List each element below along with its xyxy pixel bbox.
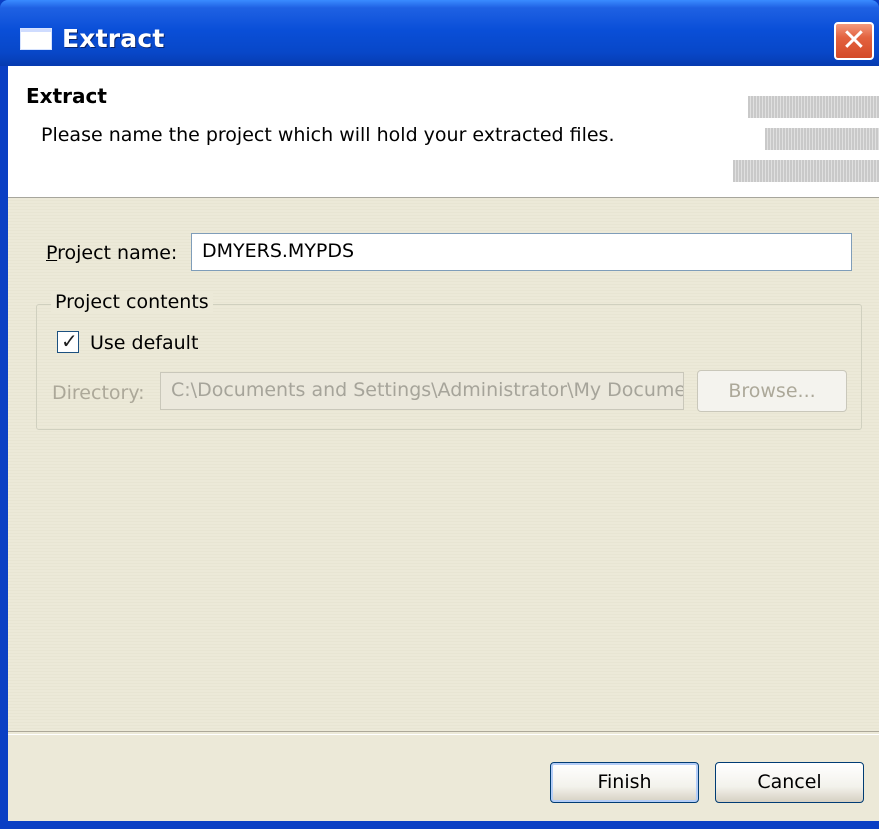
wizard-body <box>8 198 879 731</box>
window-icon <box>20 28 52 50</box>
title-bar[interactable]: Extract ✕ <box>0 0 879 66</box>
project-contents-legend: Project contents <box>51 291 213 313</box>
cancel-button[interactable]: Cancel <box>715 762 864 803</box>
use-default-label[interactable]: Use default <box>90 332 198 354</box>
use-default-checkbox[interactable]: ✓ <box>57 329 79 353</box>
checkmark-icon: ✓ <box>61 329 78 353</box>
directory-label: Directory: <box>52 382 145 404</box>
close-button[interactable]: ✕ <box>834 22 874 60</box>
directory-input[interactable]: C:\Documents and Settings\Administrator\… <box>160 372 684 410</box>
window-title: Extract <box>62 24 165 53</box>
header-banner-image <box>748 96 879 118</box>
project-name-label-text: roject name: <box>57 242 178 264</box>
project-name-label: Project name: <box>46 242 178 264</box>
header-title: Extract <box>26 84 107 108</box>
dialog-client-area: Extract Please name the project which wi… <box>8 66 879 821</box>
header-message: Please name the project which will hold … <box>41 124 615 146</box>
finish-button[interactable]: Finish <box>550 762 699 803</box>
header-banner-image <box>765 128 879 150</box>
header-banner-image <box>733 160 879 182</box>
extract-dialog-window: Extract ✕ Extract Please name the projec… <box>0 0 879 829</box>
project-name-input[interactable]: DMYERS.MYPDS <box>191 233 852 271</box>
wizard-header: Extract Please name the project which wi… <box>8 66 879 198</box>
footer-separator <box>8 731 879 735</box>
close-icon: ✕ <box>841 23 867 58</box>
browse-button[interactable]: Browse... <box>697 370 847 412</box>
